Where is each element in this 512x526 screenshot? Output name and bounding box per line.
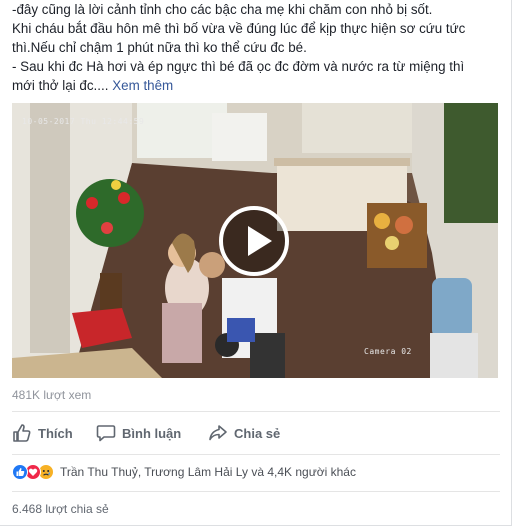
share-count[interactable]: 6.468 lượt chia sẻ	[12, 502, 109, 516]
share-label: Chia sẻ	[234, 425, 281, 441]
divider	[12, 454, 500, 455]
action-bar: Thích Bình luận Chia sẻ	[12, 420, 500, 446]
share-icon	[208, 423, 228, 443]
post-line-last: mới thở lại đc.... Xem thêm	[12, 76, 504, 95]
post-line: thì.Nếu chỉ chậm 1 phút nữa thì ko thể c…	[12, 40, 307, 55]
like-icon	[12, 464, 28, 480]
view-count: 481K lượt xem	[12, 388, 92, 402]
see-more-link[interactable]: Xem thêm	[112, 78, 173, 93]
thumbs-up-icon	[12, 423, 32, 443]
play-icon	[248, 226, 272, 256]
reaction-names[interactable]: Trần Thu Thuỷ, Trương Lâm Hải Ly và 4,4K…	[60, 465, 356, 479]
video-player[interactable]: 10-05-2017 Thu 12:44:59 Camera 02	[12, 103, 498, 378]
post-line: -đây cũng là lời cảnh tỉnh cho các bậc c…	[12, 2, 433, 17]
post-card: -đây cũng là lời cảnh tỉnh cho các bậc c…	[0, 0, 512, 526]
post-last-line: mới thở lại đc....	[12, 78, 109, 93]
post-text: -đây cũng là lời cảnh tỉnh cho các bậc c…	[12, 0, 504, 95]
video-timestamp: 10-05-2017 Thu 12:44:59	[22, 117, 145, 126]
post-line: - Sau khi đc Hà hơi và ép ngực thì bé đã…	[12, 59, 465, 74]
comment-icon	[96, 423, 116, 443]
like-label: Thích	[38, 425, 73, 441]
play-button[interactable]	[219, 206, 289, 276]
share-button[interactable]: Chia sẻ	[208, 420, 280, 446]
divider	[12, 491, 500, 492]
camera-label: Camera 02	[364, 347, 412, 356]
comment-label: Bình luận	[122, 425, 182, 441]
post-line: Khi cháu bắt đầu hôn mê thì bố vừa về đú…	[12, 21, 466, 36]
divider	[12, 411, 500, 412]
reactions-summary[interactable]: Trần Thu Thuỷ, Trương Lâm Hải Ly và 4,4K…	[12, 463, 356, 481]
comment-button[interactable]: Bình luận	[96, 420, 181, 446]
like-button[interactable]: Thích	[12, 420, 73, 446]
